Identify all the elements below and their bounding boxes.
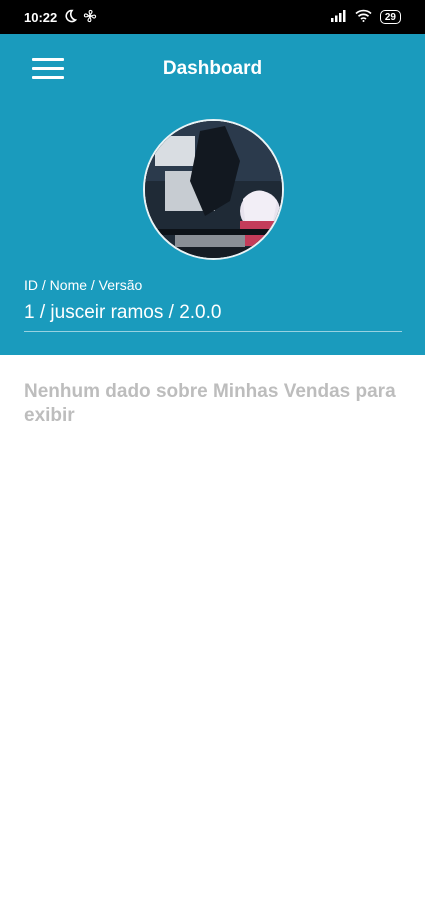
profile-info-divider (24, 331, 402, 332)
avatar[interactable] (143, 119, 284, 260)
battery-level: 29 (384, 11, 396, 23)
status-right: 29 (330, 9, 401, 25)
status-bar: 10:22 29 (0, 0, 425, 34)
status-left: 10:22 (24, 9, 97, 26)
fan-icon (83, 9, 97, 26)
empty-state-message: Nenhum dado sobre Minhas Vendas para exi… (24, 381, 396, 426)
status-time: 10:22 (24, 9, 58, 25)
battery-icon: 29 (379, 10, 401, 24)
dashboard-header: Dashboard ID / Nome / Versão 1 / jusceir… (0, 34, 425, 355)
profile-info-value: 1 / jusceir ramos / 2.0.0 (24, 302, 222, 323)
page-title: Dashboard (162, 58, 263, 79)
wifi-icon (355, 9, 372, 25)
moon-icon (63, 9, 78, 26)
profile-info-label: ID / Nome / Versão (24, 277, 143, 293)
signal-icon (330, 9, 347, 25)
